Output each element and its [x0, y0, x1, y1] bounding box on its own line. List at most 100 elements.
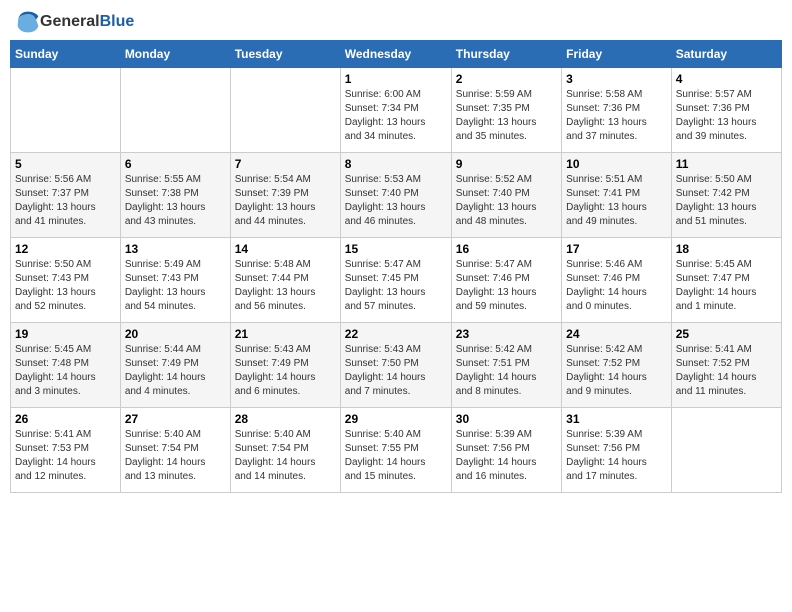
week-row-2: 5 Sunrise: 5:56 AM Sunset: 7:37 PM Daylig… — [11, 153, 782, 238]
weekday-header-monday: Monday — [120, 41, 230, 68]
day-info: Sunrise: 5:53 AM Sunset: 7:40 PM Dayligh… — [345, 173, 447, 229]
day-number: 23 — [456, 327, 557, 341]
day-cell: 6 Sunrise: 5:55 AM Sunset: 7:38 PM Daylig… — [120, 153, 230, 238]
day-cell — [230, 68, 340, 153]
day-cell — [11, 68, 121, 153]
day-number: 7 — [235, 157, 336, 171]
day-cell: 15 Sunrise: 5:47 AM Sunset: 7:45 PM Dayli… — [340, 238, 451, 323]
day-info: Sunrise: 5:43 AM Sunset: 7:49 PM Dayligh… — [235, 343, 336, 399]
day-cell: 25Sunrise: 5:41 AM Sunset: 7:52 PM Dayli… — [671, 323, 781, 408]
day-info: Sunrise: 5:47 AM Sunset: 7:45 PM Dayligh… — [345, 258, 447, 314]
day-number: 11 — [676, 157, 777, 171]
day-info: Sunrise: 5:40 AM Sunset: 7:54 PM Dayligh… — [235, 428, 336, 484]
day-info: Sunrise: 5:59 AM Sunset: 7:35 PM Dayligh… — [456, 88, 557, 144]
day-cell: 12Sunrise: 5:50 AM Sunset: 7:43 PM Dayli… — [11, 238, 121, 323]
day-info: Sunrise: 5:45 AM Sunset: 7:48 PM Dayligh… — [15, 343, 116, 399]
day-number: 22 — [345, 327, 447, 341]
day-cell — [671, 408, 781, 493]
day-cell: 20 Sunrise: 5:44 AM Sunset: 7:49 PM Dayli… — [120, 323, 230, 408]
day-cell: 10Sunrise: 5:51 AM Sunset: 7:41 PM Dayli… — [562, 153, 672, 238]
day-cell: 19 Sunrise: 5:45 AM Sunset: 7:48 PM Dayli… — [11, 323, 121, 408]
day-info: Sunrise: 5:46 AM Sunset: 7:46 PM Dayligh… — [566, 258, 667, 314]
day-number: 13 — [125, 242, 226, 256]
calendar-table: SundayMondayTuesdayWednesdayThursdayFrid… — [10, 40, 782, 493]
day-info: Sunrise: 5:44 AM Sunset: 7:49 PM Dayligh… — [125, 343, 226, 399]
day-cell: 2Sunrise: 5:59 AM Sunset: 7:35 PM Daylig… — [451, 68, 561, 153]
day-cell: 1 Sunrise: 6:00 AM Sunset: 7:34 PM Daylig… — [340, 68, 451, 153]
day-number: 6 — [125, 157, 226, 171]
day-cell: 9 Sunrise: 5:52 AM Sunset: 7:40 PM Daylig… — [451, 153, 561, 238]
day-number: 20 — [125, 327, 226, 341]
day-info: Sunrise: 5:43 AM Sunset: 7:50 PM Dayligh… — [345, 343, 447, 399]
day-info: Sunrise: 5:41 AM Sunset: 7:53 PM Dayligh… — [15, 428, 116, 484]
page-header: GeneralBlue — [10, 10, 782, 34]
day-cell: 7 Sunrise: 5:54 AM Sunset: 7:39 PM Daylig… — [230, 153, 340, 238]
week-row-4: 19 Sunrise: 5:45 AM Sunset: 7:48 PM Dayli… — [11, 323, 782, 408]
logo-icon — [16, 10, 40, 34]
day-cell: 27 Sunrise: 5:40 AM Sunset: 7:54 PM Dayli… — [120, 408, 230, 493]
day-info: Sunrise: 5:39 AM Sunset: 7:56 PM Dayligh… — [566, 428, 667, 484]
week-row-1: 1 Sunrise: 6:00 AM Sunset: 7:34 PM Daylig… — [11, 68, 782, 153]
day-cell: 14Sunrise: 5:48 AM Sunset: 7:44 PM Dayli… — [230, 238, 340, 323]
day-cell: 29 Sunrise: 5:40 AM Sunset: 7:55 PM Dayli… — [340, 408, 451, 493]
day-info: Sunrise: 5:49 AM Sunset: 7:43 PM Dayligh… — [125, 258, 226, 314]
day-info: Sunrise: 5:42 AM Sunset: 7:51 PM Dayligh… — [456, 343, 557, 399]
logo: GeneralBlue — [14, 10, 134, 34]
day-info: Sunrise: 5:57 AM Sunset: 7:36 PM Dayligh… — [676, 88, 777, 144]
day-cell: 13 Sunrise: 5:49 AM Sunset: 7:43 PM Dayli… — [120, 238, 230, 323]
day-number: 9 — [456, 157, 557, 171]
day-cell: 21 Sunrise: 5:43 AM Sunset: 7:49 PM Dayli… — [230, 323, 340, 408]
day-info: Sunrise: 5:54 AM Sunset: 7:39 PM Dayligh… — [235, 173, 336, 229]
day-number: 30 — [456, 412, 557, 426]
day-info: Sunrise: 5:39 AM Sunset: 7:56 PM Dayligh… — [456, 428, 557, 484]
day-number: 31 — [566, 412, 667, 426]
day-number: 1 — [345, 72, 447, 86]
day-info: Sunrise: 5:42 AM Sunset: 7:52 PM Dayligh… — [566, 343, 667, 399]
day-cell: 3 Sunrise: 5:58 AM Sunset: 7:36 PM Daylig… — [562, 68, 672, 153]
day-info: Sunrise: 5:58 AM Sunset: 7:36 PM Dayligh… — [566, 88, 667, 144]
day-cell: 31 Sunrise: 5:39 AM Sunset: 7:56 PM Dayli… — [562, 408, 672, 493]
day-number: 5 — [15, 157, 116, 171]
week-row-5: 26 Sunrise: 5:41 AM Sunset: 7:53 PM Dayli… — [11, 408, 782, 493]
day-number: 27 — [125, 412, 226, 426]
day-info: Sunrise: 5:50 AM Sunset: 7:42 PM Dayligh… — [676, 173, 777, 229]
day-number: 24 — [566, 327, 667, 341]
day-cell: 16 Sunrise: 5:47 AM Sunset: 7:46 PM Dayli… — [451, 238, 561, 323]
day-number: 29 — [345, 412, 447, 426]
day-number: 17 — [566, 242, 667, 256]
day-cell: 26 Sunrise: 5:41 AM Sunset: 7:53 PM Dayli… — [11, 408, 121, 493]
day-number: 26 — [15, 412, 116, 426]
day-cell: 24 Sunrise: 5:42 AM Sunset: 7:52 PM Dayli… — [562, 323, 672, 408]
weekday-header-thursday: Thursday — [451, 41, 561, 68]
day-number: 8 — [345, 157, 447, 171]
day-info: Sunrise: 6:00 AM Sunset: 7:34 PM Dayligh… — [345, 88, 447, 144]
logo-general: General — [40, 13, 100, 30]
day-info: Sunrise: 5:48 AM Sunset: 7:44 PM Dayligh… — [235, 258, 336, 314]
weekday-header-row: SundayMondayTuesdayWednesdayThursdayFrid… — [11, 41, 782, 68]
day-info: Sunrise: 5:40 AM Sunset: 7:54 PM Dayligh… — [125, 428, 226, 484]
day-number: 15 — [345, 242, 447, 256]
day-cell: 28 Sunrise: 5:40 AM Sunset: 7:54 PM Dayli… — [230, 408, 340, 493]
day-cell: 8 Sunrise: 5:53 AM Sunset: 7:40 PM Daylig… — [340, 153, 451, 238]
day-info: Sunrise: 5:47 AM Sunset: 7:46 PM Dayligh… — [456, 258, 557, 314]
day-number: 28 — [235, 412, 336, 426]
day-cell — [120, 68, 230, 153]
weekday-header-sunday: Sunday — [11, 41, 121, 68]
day-cell: 22 Sunrise: 5:43 AM Sunset: 7:50 PM Dayli… — [340, 323, 451, 408]
day-info: Sunrise: 5:41 AM Sunset: 7:52 PM Dayligh… — [676, 343, 777, 399]
day-number: 16 — [456, 242, 557, 256]
day-number: 18 — [676, 242, 777, 256]
day-info: Sunrise: 5:55 AM Sunset: 7:38 PM Dayligh… — [125, 173, 226, 229]
day-cell: 4Sunrise: 5:57 AM Sunset: 7:36 PM Daylig… — [671, 68, 781, 153]
day-number: 21 — [235, 327, 336, 341]
day-cell: 30 Sunrise: 5:39 AM Sunset: 7:56 PM Dayli… — [451, 408, 561, 493]
weekday-header-tuesday: Tuesday — [230, 41, 340, 68]
day-number: 19 — [15, 327, 116, 341]
day-cell: 23 Sunrise: 5:42 AM Sunset: 7:51 PM Dayli… — [451, 323, 561, 408]
day-cell: 5 Sunrise: 5:56 AM Sunset: 7:37 PM Daylig… — [11, 153, 121, 238]
day-number: 3 — [566, 72, 667, 86]
day-info: Sunrise: 5:40 AM Sunset: 7:55 PM Dayligh… — [345, 428, 447, 484]
day-info: Sunrise: 5:56 AM Sunset: 7:37 PM Dayligh… — [15, 173, 116, 229]
day-info: Sunrise: 5:52 AM Sunset: 7:40 PM Dayligh… — [456, 173, 557, 229]
logo-blue: Blue — [100, 13, 135, 30]
